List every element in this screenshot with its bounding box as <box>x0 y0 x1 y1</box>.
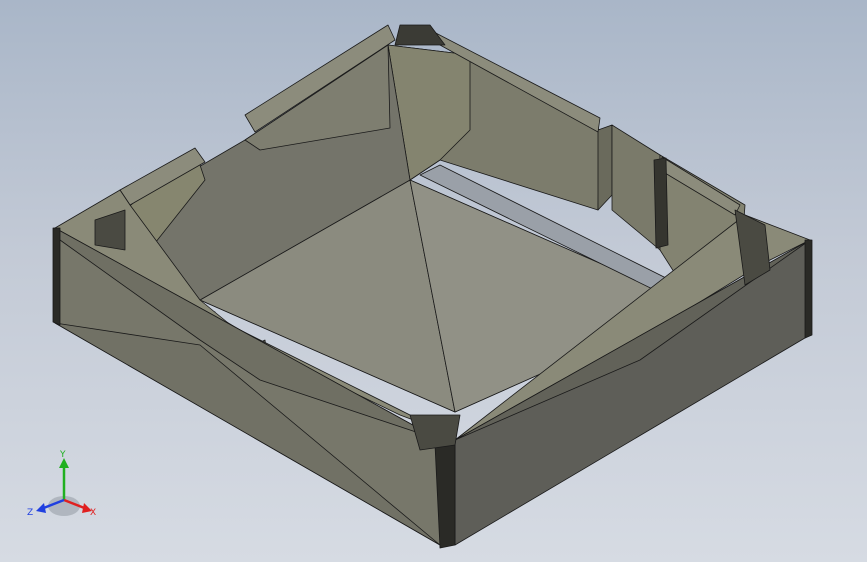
y-axis-label: Y <box>59 450 66 460</box>
tray-model[interactable] <box>0 0 867 562</box>
z-axis-arrow <box>36 503 46 513</box>
orientation-triad[interactable]: Y X Z <box>24 446 104 526</box>
right-corner-post <box>804 239 813 339</box>
z-axis-label: Z <box>27 508 33 518</box>
inner-wall-right-tall <box>611 124 661 251</box>
graphics-viewport[interactable]: Y X Z <box>0 0 867 562</box>
inner-corner-post-right <box>653 157 669 249</box>
back-corner-tip <box>394 24 446 46</box>
left-corner-post <box>52 227 61 326</box>
x-axis-label: X <box>90 508 96 518</box>
inner-wall-right-strip <box>597 124 613 211</box>
